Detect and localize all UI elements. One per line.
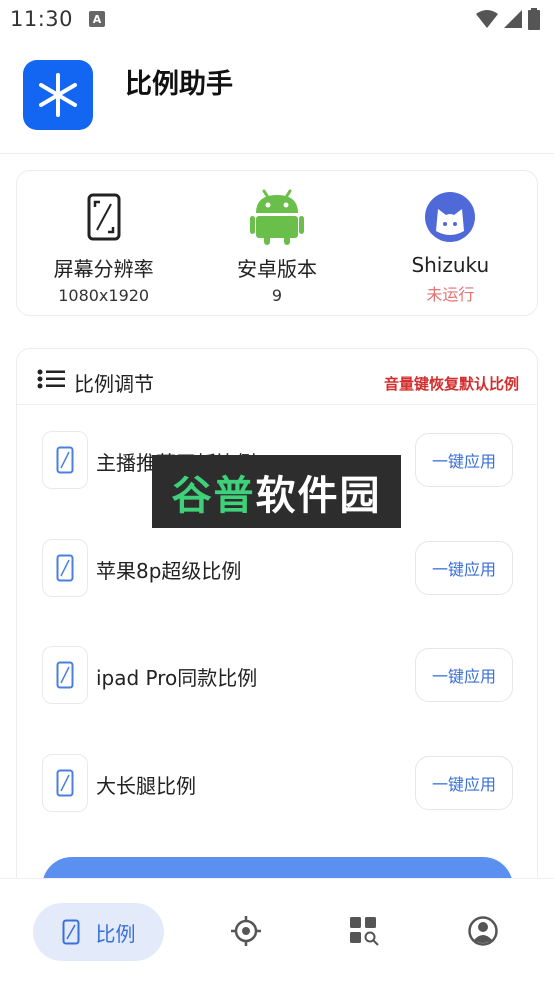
phone-icon xyxy=(42,539,88,597)
apply-button[interactable]: 一键应用 xyxy=(415,541,513,595)
ratio-name: 苹果8p超级比例 xyxy=(96,559,242,583)
watermark: 谷普 软件园 xyxy=(152,455,401,528)
info-value-status: 未运行 xyxy=(426,285,475,304)
signal-icon xyxy=(504,10,522,28)
grid-search-icon xyxy=(350,917,379,946)
bottom-navigation: 比例 xyxy=(0,878,554,984)
list-item: 苹果8p超级比例 一键应用 xyxy=(17,533,537,603)
volume-key-hint: 音量键恢复默认比例 xyxy=(383,375,519,393)
phone-resolution-icon xyxy=(76,189,132,245)
ratio-name: 大长腿比例 xyxy=(96,774,196,798)
nav-item-profile[interactable] xyxy=(467,915,499,947)
phone-icon xyxy=(42,646,88,704)
ratio-section-title: 比例调节 xyxy=(74,372,154,396)
info-resolution: 屏幕分辨率 1080x1920 xyxy=(17,171,190,315)
profile-icon xyxy=(468,916,498,946)
list-item: ipad Pro同款比例 一键应用 xyxy=(17,640,537,710)
ratio-name: ipad Pro同款比例 xyxy=(96,666,258,690)
app-header: 比例助手 xyxy=(0,38,554,154)
phone-ratio-icon xyxy=(62,919,79,945)
device-info-card: 屏幕分辨率 1080x1920 安卓版本 9 Shizuku 未运行 xyxy=(16,170,538,316)
battery-icon xyxy=(528,8,540,30)
list-item: 大长腿比例 一键应用 xyxy=(17,748,537,818)
app-title: 比例助手 xyxy=(125,69,233,100)
apply-button[interactable]: 一键应用 xyxy=(415,648,513,702)
phone-icon xyxy=(42,754,88,812)
status-icons xyxy=(476,8,540,30)
a-notification-icon: A xyxy=(89,11,106,27)
ratio-header: 比例调节 音量键恢复默认比例 xyxy=(17,349,537,405)
info-android: 安卓版本 9 xyxy=(190,171,363,315)
info-label: Shizuku xyxy=(411,253,490,277)
crosshair-icon xyxy=(231,916,261,946)
info-shizuku: Shizuku 未运行 xyxy=(364,171,537,315)
phone-icon xyxy=(42,431,88,489)
nav-label: 比例 xyxy=(95,921,136,946)
nav-item-apps[interactable] xyxy=(348,915,380,947)
watermark-part1: 谷普 xyxy=(171,472,256,519)
wifi-icon xyxy=(476,10,498,28)
status-time: 11:30 xyxy=(10,7,74,31)
android-icon xyxy=(249,189,305,245)
list-icon xyxy=(37,369,65,389)
info-label: 屏幕分辨率 xyxy=(53,257,154,281)
nav-item-ratio[interactable]: 比例 xyxy=(33,903,164,961)
status-bar: 11:30 A xyxy=(0,0,554,38)
info-value: 1080x1920 xyxy=(58,286,150,305)
apply-button[interactable]: 一键应用 xyxy=(415,433,513,487)
watermark-part2: 软件园 xyxy=(255,472,382,519)
nav-item-locate[interactable] xyxy=(230,915,262,947)
info-label: 安卓版本 xyxy=(236,257,317,281)
shizuku-icon xyxy=(422,189,478,245)
apply-button[interactable]: 一键应用 xyxy=(415,756,513,810)
info-value: 9 xyxy=(271,286,283,305)
asterisk-logo-icon xyxy=(23,60,93,130)
